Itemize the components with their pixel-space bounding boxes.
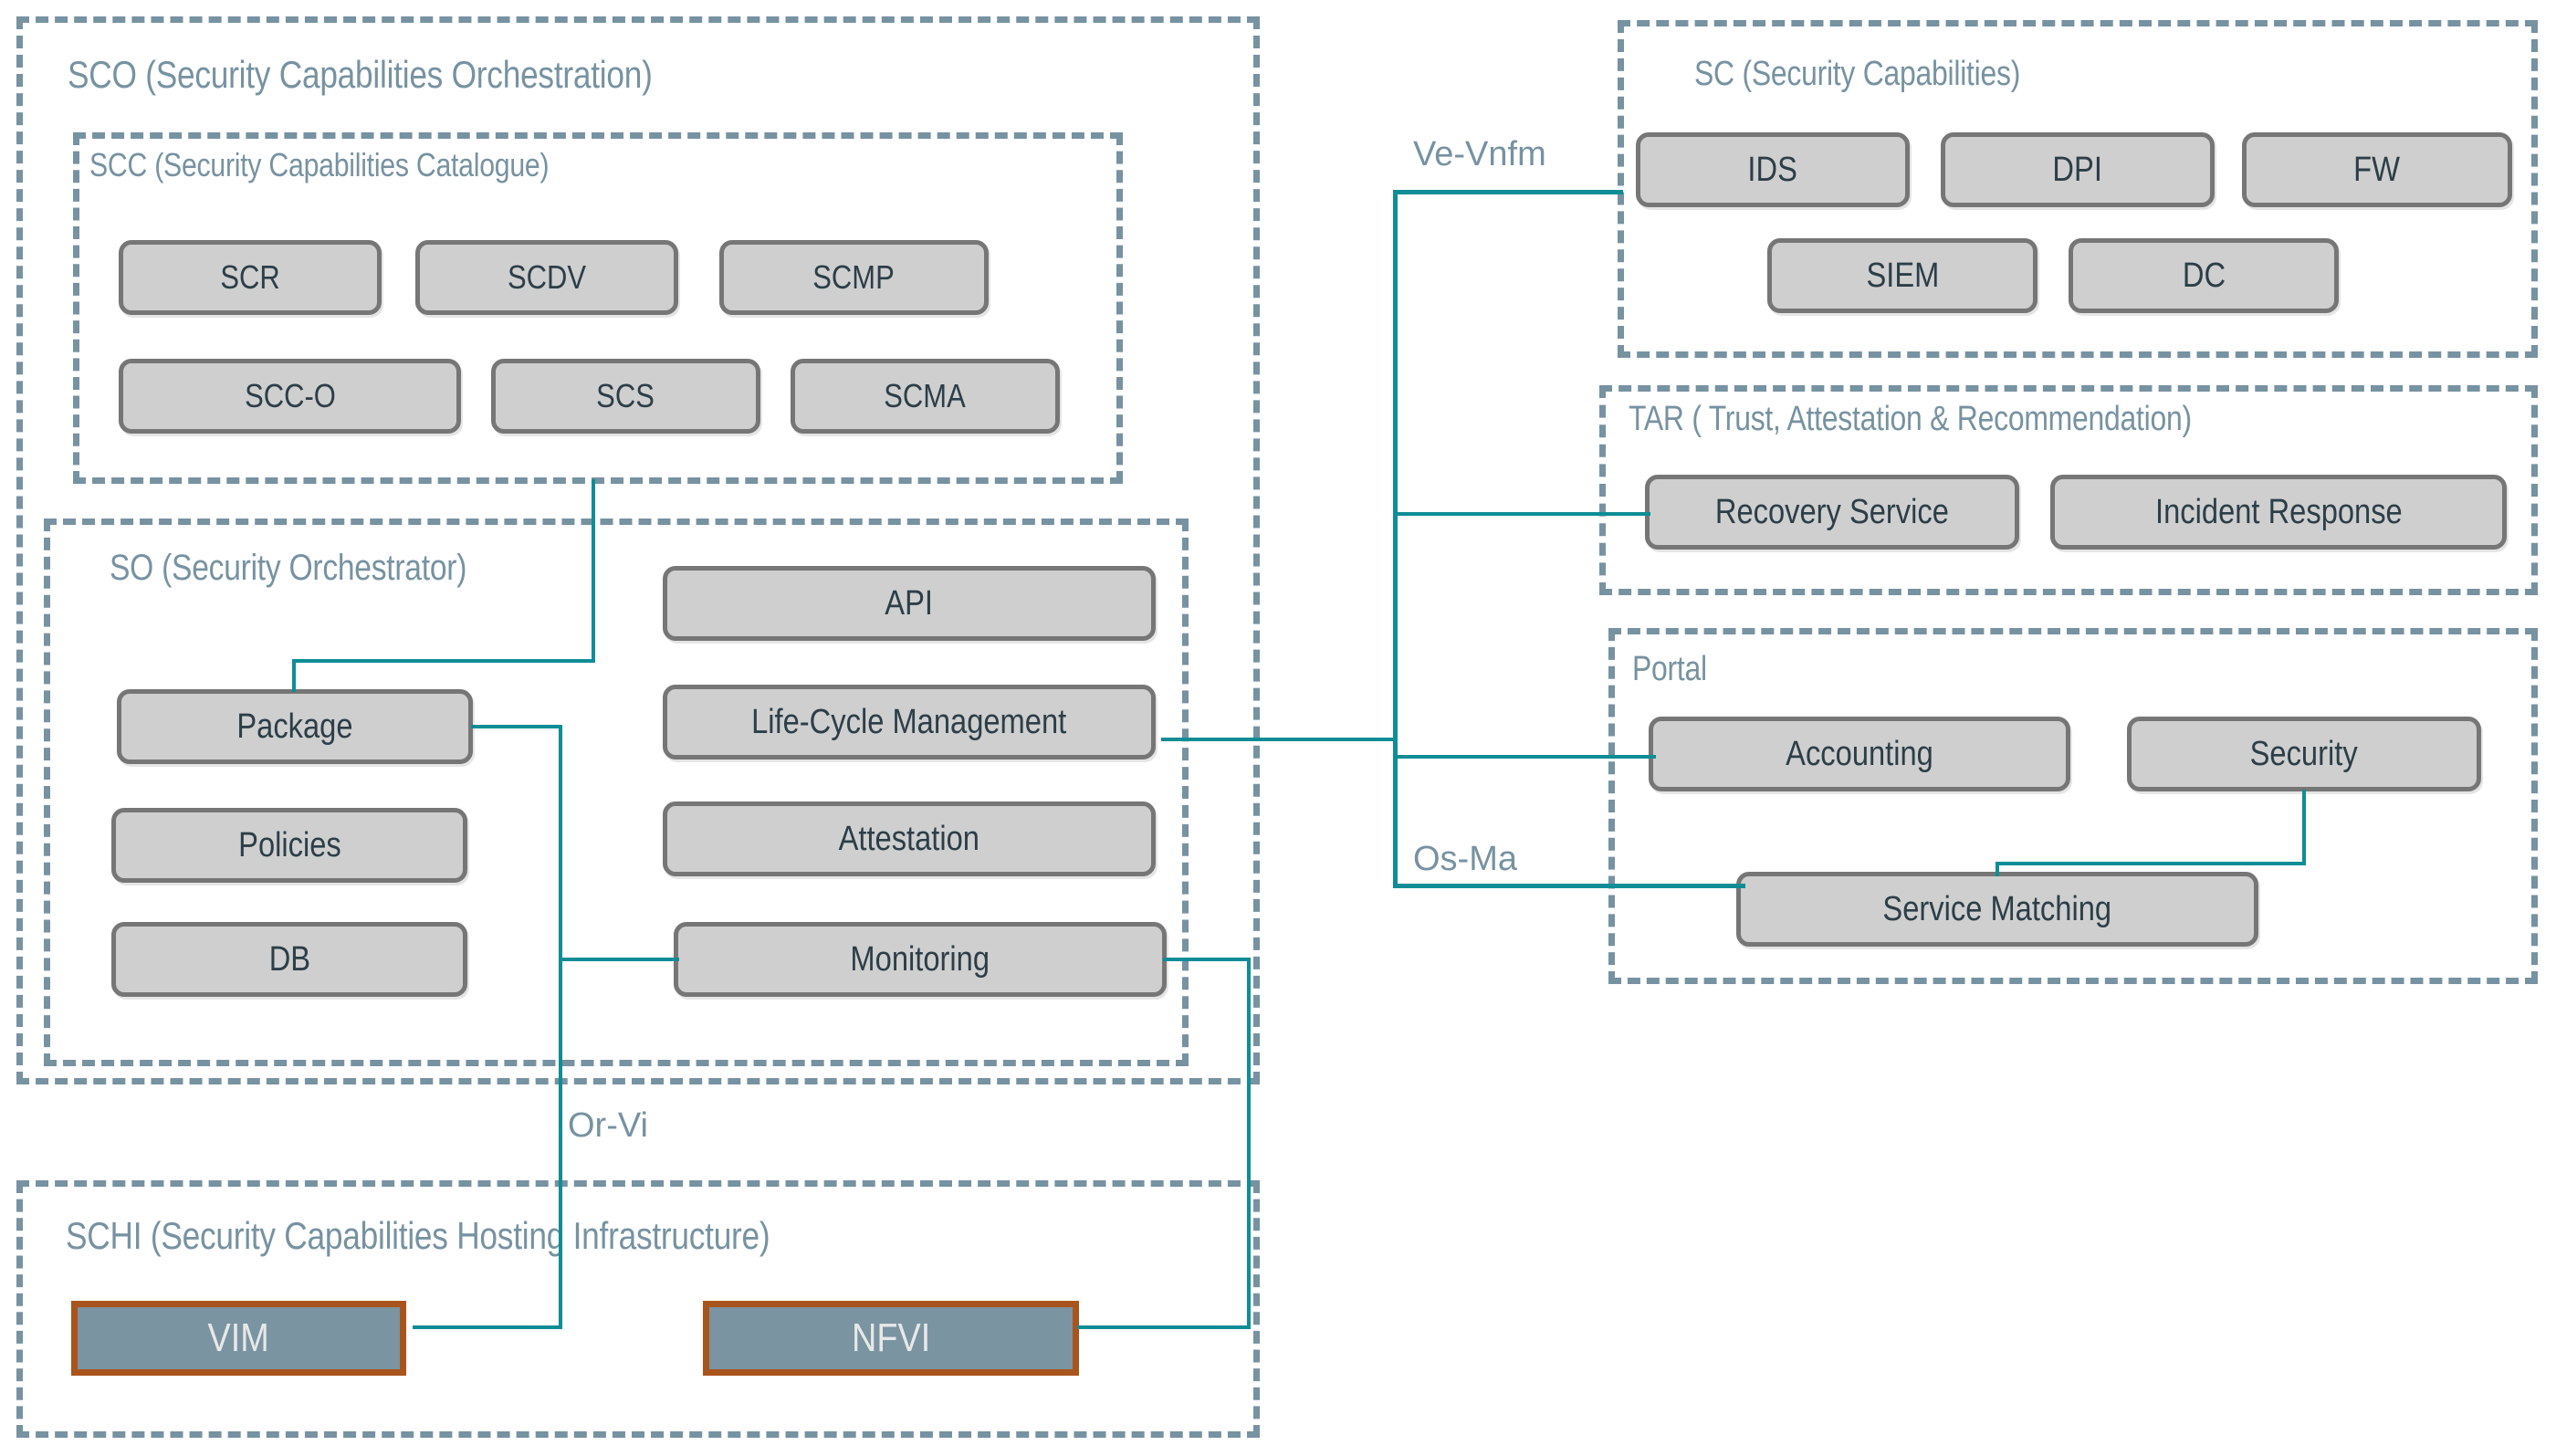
box-package[interactable]: Package: [117, 689, 473, 764]
box-nfvi[interactable]: NFVI: [703, 1301, 1079, 1376]
box-scmp[interactable]: SCMP: [719, 240, 989, 315]
box-vim[interactable]: VIM: [71, 1301, 406, 1376]
box-attestation[interactable]: Attestation: [663, 801, 1156, 876]
box-life-cycle-management[interactable]: Life-Cycle Management: [663, 685, 1156, 759]
box-service-matching-label: Service Matching: [1882, 889, 2112, 928]
box-security-label: Security: [2249, 734, 2359, 773]
link-lcm-to-trunk: [1161, 738, 1397, 741]
box-recovery-service-label: Recovery Service: [1714, 492, 1950, 531]
box-incident-response[interactable]: Incident Response: [2050, 475, 2507, 550]
box-scr-label: SCR: [220, 258, 280, 296]
box-scma[interactable]: SCMA: [791, 359, 1060, 434]
box-scr[interactable]: SCR: [119, 240, 382, 315]
group-portal-title: Portal: [1632, 650, 1707, 688]
link-monitoring-out-h: [1163, 958, 1251, 961]
box-scma-label: SCMA: [884, 377, 967, 414]
group-schi-title: SCHI (Security Capabilities Hosting Infr…: [66, 1214, 770, 1257]
box-vim-label: VIM: [207, 1315, 270, 1360]
box-package-label: Package: [236, 707, 353, 746]
box-siem-label: SIEM: [1866, 256, 1939, 295]
link-security-to-sm-h: [1996, 862, 2306, 865]
group-scc-title: SCC (Security Capabilities Catalogue): [89, 146, 550, 183]
box-monitoring[interactable]: Monitoring: [674, 922, 1167, 997]
box-scs[interactable]: SCS: [491, 359, 760, 434]
group-sc-title: SC (Security Capabilities): [1694, 55, 2021, 93]
box-fw[interactable]: FW: [2242, 132, 2512, 207]
link-sm-up: [1996, 862, 1999, 876]
link-scc-to-package-v1: [592, 479, 595, 662]
link-trunk-to-sc: [1393, 190, 1623, 194]
link-package-bus-v: [559, 725, 562, 1327]
box-accounting-label: Accounting: [1786, 734, 1933, 773]
box-dc-label: DC: [2182, 256, 2226, 295]
box-scdv[interactable]: SCDV: [415, 240, 678, 315]
iface-label-or-vi: Or-Vi: [568, 1106, 648, 1145]
box-incident-response-label: Incident Response: [2154, 492, 2403, 531]
box-api[interactable]: API: [663, 566, 1156, 641]
box-fw-label: FW: [2353, 150, 2401, 189]
box-service-matching[interactable]: Service Matching: [1736, 872, 2258, 947]
box-accounting[interactable]: Accounting: [1649, 717, 2070, 791]
box-scmp-label: SCMP: [812, 258, 896, 296]
box-policies-label: Policies: [237, 825, 341, 864]
box-ids-label: IDS: [1747, 150, 1798, 189]
box-recovery-service[interactable]: Recovery Service: [1645, 475, 2019, 550]
box-scc-o[interactable]: SCC-O: [119, 359, 461, 434]
box-scdv-label: SCDV: [507, 258, 587, 296]
box-db[interactable]: DB: [111, 922, 467, 997]
link-bus-to-vim: [413, 1325, 562, 1329]
group-so-title: SO (Security Orchestrator): [110, 548, 467, 588]
link-scc-to-package-v2: [292, 659, 296, 692]
architecture-diagram: SCO (Security Capabilities Orchestration…: [0, 0, 2556, 1456]
link-scc-to-package-h: [292, 659, 595, 663]
link-trunk-to-service-matching: [1393, 884, 1745, 888]
box-scs-label: SCS: [596, 377, 655, 414]
box-siem[interactable]: SIEM: [1767, 238, 2037, 313]
box-dpi-label: DPI: [2052, 150, 2103, 189]
box-scc-o-label: SCC-O: [244, 377, 336, 414]
box-policies[interactable]: Policies: [111, 808, 467, 883]
group-tar-title: TAR ( Trust, Attestation & Recommendatio…: [1629, 400, 2192, 438]
group-sco-title: SCO (Security Capabilities Orchestration…: [68, 53, 653, 96]
box-attestation-label: Attestation: [838, 819, 980, 858]
box-security[interactable]: Security: [2127, 717, 2481, 791]
link-monitoring-out-v: [1247, 958, 1251, 1327]
box-db-label: DB: [268, 939, 310, 979]
link-nfvi-to-bus: [1077, 1325, 1251, 1329]
link-main-trunk: [1393, 190, 1398, 885]
box-monitoring-label: Monitoring: [850, 939, 990, 979]
link-package-out-h: [471, 725, 562, 728]
box-api-label: API: [885, 583, 934, 623]
box-life-cycle-management-label: Life-Cycle Management: [751, 702, 1067, 741]
box-ids[interactable]: IDS: [1636, 132, 1910, 207]
link-security-down: [2302, 790, 2306, 864]
box-dc[interactable]: DC: [2069, 238, 2339, 313]
link-trunk-to-accounting: [1393, 755, 1656, 759]
link-trunk-to-recovery-service: [1393, 512, 1650, 516]
iface-label-ve-vnfm: Ve-Vnfm: [1413, 135, 1546, 173]
link-db-to-monitoring: [559, 958, 679, 961]
box-dpi[interactable]: DPI: [1941, 132, 2215, 207]
iface-label-os-ma: Os-Ma: [1413, 840, 1517, 878]
box-nfvi-label: NFVI: [851, 1315, 931, 1360]
